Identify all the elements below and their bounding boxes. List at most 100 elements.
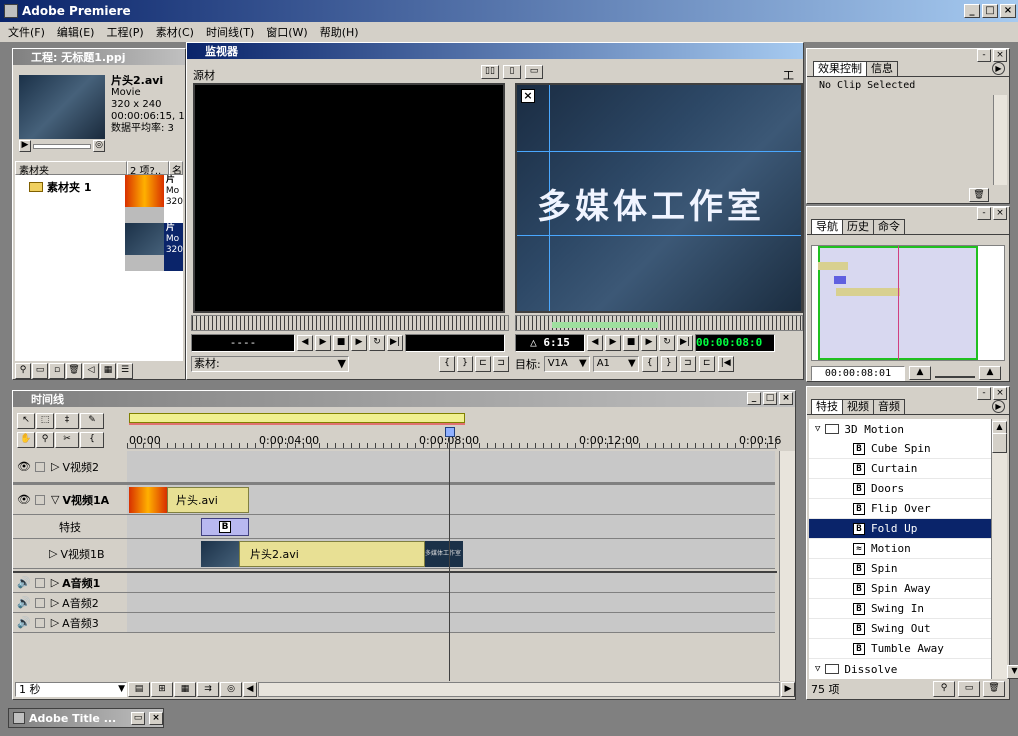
scroll-right-icon[interactable]: ▶ bbox=[781, 681, 795, 697]
track-header-audio3[interactable]: 🔊 ▷ A音频3 bbox=[13, 613, 127, 633]
panel-maximize-button[interactable]: □ bbox=[763, 392, 777, 405]
play-icon[interactable]: ▶ bbox=[351, 335, 367, 351]
scrollbar[interactable]: ▲ ▼ bbox=[991, 419, 1018, 679]
hand-tool-icon[interactable]: ✋ bbox=[17, 431, 35, 448]
navigator-timecode[interactable]: 00:00:08:01 bbox=[811, 365, 905, 381]
track-header-video1a[interactable]: 👁 ▽ V视频1A bbox=[13, 483, 127, 515]
lift-icon[interactable]: ⊐ bbox=[679, 356, 696, 372]
menu-edit[interactable]: 编辑(E) bbox=[57, 24, 95, 40]
horizontal-scrollbar[interactable] bbox=[258, 681, 780, 697]
dual-view-icon[interactable]: ▯▯ bbox=[481, 65, 499, 79]
time-ruler[interactable]: 00:00 0:00:04:00 0:00:08:00 0:00:12:00 0… bbox=[127, 427, 781, 449]
tab-history[interactable]: 历史 bbox=[842, 219, 874, 234]
next-frame-icon[interactable]: ▶ bbox=[315, 335, 331, 351]
preview-slider[interactable] bbox=[33, 143, 91, 149]
trash-icon[interactable]: 🗑 bbox=[66, 363, 82, 379]
name-column-header[interactable]: 名 bbox=[169, 161, 183, 175]
mark-in-icon[interactable]: { bbox=[641, 356, 658, 372]
in-out-tool-icon[interactable]: { bbox=[80, 431, 104, 448]
sync-mode-icon[interactable]: ⇉ bbox=[197, 681, 219, 697]
close-button[interactable]: × bbox=[1000, 4, 1016, 18]
mark-in-icon[interactable]: { bbox=[439, 356, 455, 372]
list-item[interactable]: B Swing In bbox=[809, 599, 991, 619]
items-column-header[interactable]: 2 项?.. bbox=[127, 161, 169, 175]
razor-tool-icon[interactable]: ✎ bbox=[80, 413, 104, 429]
expand-icon[interactable]: ▷ bbox=[51, 596, 59, 609]
panel-menu-icon[interactable]: ▶ bbox=[992, 62, 1005, 75]
track-header-transition[interactable]: 特技 bbox=[13, 515, 127, 539]
loop-icon[interactable]: ↻ bbox=[369, 335, 385, 351]
close-icon[interactable]: × bbox=[521, 89, 535, 103]
selection-tool-icon[interactable]: ↖ bbox=[17, 413, 35, 429]
expand-icon[interactable]: ▷ bbox=[51, 576, 59, 589]
list-item[interactable]: B Curtain bbox=[809, 459, 991, 479]
clip-pianto-b[interactable]: 片头2.avi bbox=[239, 541, 425, 567]
list-item[interactable]: B Flip Over bbox=[809, 499, 991, 519]
trash-icon[interactable]: 🗑 bbox=[969, 188, 989, 202]
scroll-thumb[interactable] bbox=[992, 433, 1007, 453]
zoom-tool-icon[interactable]: ⚲ bbox=[36, 431, 54, 448]
bin-item[interactable]: 素材夹 1 bbox=[29, 179, 125, 195]
lock-box[interactable] bbox=[34, 597, 45, 608]
insert-icon[interactable]: ⊏ bbox=[475, 356, 491, 372]
minimized-title-window[interactable]: Adobe Title ... ▭ × bbox=[8, 708, 164, 728]
tab-video[interactable]: 视频 bbox=[842, 399, 874, 414]
track-header-video2[interactable]: 👁 ▷ V视频2 bbox=[13, 451, 127, 483]
list-item[interactable]: B Doors bbox=[809, 479, 991, 499]
link-tool-icon[interactable]: ✂ bbox=[55, 431, 79, 448]
prev-frame-icon[interactable]: ◀ bbox=[297, 335, 313, 351]
new-folder-icon[interactable]: ▭ bbox=[958, 681, 980, 697]
single-view-icon[interactable]: ▯ bbox=[503, 65, 521, 79]
track-header-audio1[interactable]: 🔊 ▷ A音频1 bbox=[13, 573, 127, 593]
extract-icon[interactable]: ⊏ bbox=[698, 356, 715, 372]
list-item[interactable]: ≈ Motion bbox=[809, 539, 991, 559]
trim-view-icon[interactable]: ▭ bbox=[525, 65, 543, 79]
lock-box[interactable] bbox=[34, 494, 45, 505]
menu-window[interactable]: 窗口(W) bbox=[266, 24, 307, 40]
new-item-icon[interactable]: ▫ bbox=[49, 363, 65, 379]
thumbnail-view-icon[interactable]: ▦ bbox=[100, 363, 116, 379]
prev-edit-icon[interactable]: |◀ bbox=[717, 356, 734, 372]
find-icon[interactable]: ⚲ bbox=[933, 681, 955, 697]
menu-help[interactable]: 帮助(H) bbox=[320, 24, 359, 40]
eye-icon[interactable]: 👁 bbox=[17, 493, 31, 506]
lock-box[interactable] bbox=[34, 617, 45, 628]
bins-column-header[interactable]: 素材夹 bbox=[15, 161, 127, 177]
tab-commands[interactable]: 命令 bbox=[873, 219, 905, 234]
list-item[interactable]: B Tumble Away bbox=[809, 639, 991, 659]
panel-close-button[interactable]: × bbox=[779, 392, 793, 405]
work-area-bar[interactable] bbox=[129, 413, 465, 423]
tab-transitions[interactable]: 特技 bbox=[811, 399, 843, 414]
find-icon[interactable]: ⚲ bbox=[15, 363, 31, 379]
track-header-video1b[interactable]: ▷ V视频1B bbox=[13, 539, 127, 569]
scroll-left-icon[interactable]: ◀ bbox=[243, 681, 257, 697]
menu-file[interactable]: 文件(F) bbox=[8, 24, 45, 40]
folder-row-dissolve[interactable]: ▽ Dissolve bbox=[809, 659, 991, 679]
lock-box[interactable] bbox=[34, 577, 45, 588]
list-item[interactable]: 片 Mo 320 bbox=[125, 223, 183, 271]
track-format-icon[interactable]: ▤ bbox=[128, 681, 150, 697]
maximize-button[interactable]: □ bbox=[982, 4, 998, 18]
eye-icon[interactable]: 👁 bbox=[17, 460, 31, 473]
list-item[interactable]: B Fold Up bbox=[809, 519, 991, 539]
snap-icon[interactable]: ⊞ bbox=[151, 681, 173, 697]
panel-minimize-button[interactable]: - bbox=[977, 207, 991, 220]
list-item[interactable]: B Spin Away bbox=[809, 579, 991, 599]
shift-tracks-icon[interactable]: ◎ bbox=[220, 681, 242, 697]
scroll-down-icon[interactable]: ▼ bbox=[1007, 665, 1018, 679]
panel-menu-icon[interactable]: ▶ bbox=[992, 400, 1005, 413]
list-item[interactable]: 片 Mo 320 bbox=[125, 175, 183, 223]
transition-block[interactable]: B bbox=[201, 518, 249, 536]
video-target-dropdown[interactable]: V1A ▼ bbox=[543, 356, 590, 372]
menu-project[interactable]: 工程(P) bbox=[106, 24, 143, 40]
track-video1a[interactable]: 片头.avi bbox=[127, 483, 775, 515]
new-bin-icon[interactable]: ▭ bbox=[32, 363, 48, 379]
collapse-icon[interactable]: ▽ bbox=[51, 493, 59, 506]
track-audio3[interactable] bbox=[127, 613, 775, 633]
menu-clip[interactable]: 素材(C) bbox=[156, 24, 194, 40]
playhead-marker[interactable] bbox=[445, 427, 455, 437]
track-audio1[interactable] bbox=[127, 573, 775, 593]
lock-box[interactable] bbox=[34, 461, 45, 472]
tab-navigator[interactable]: 导航 bbox=[811, 219, 843, 234]
scrollbar[interactable] bbox=[779, 451, 795, 681]
